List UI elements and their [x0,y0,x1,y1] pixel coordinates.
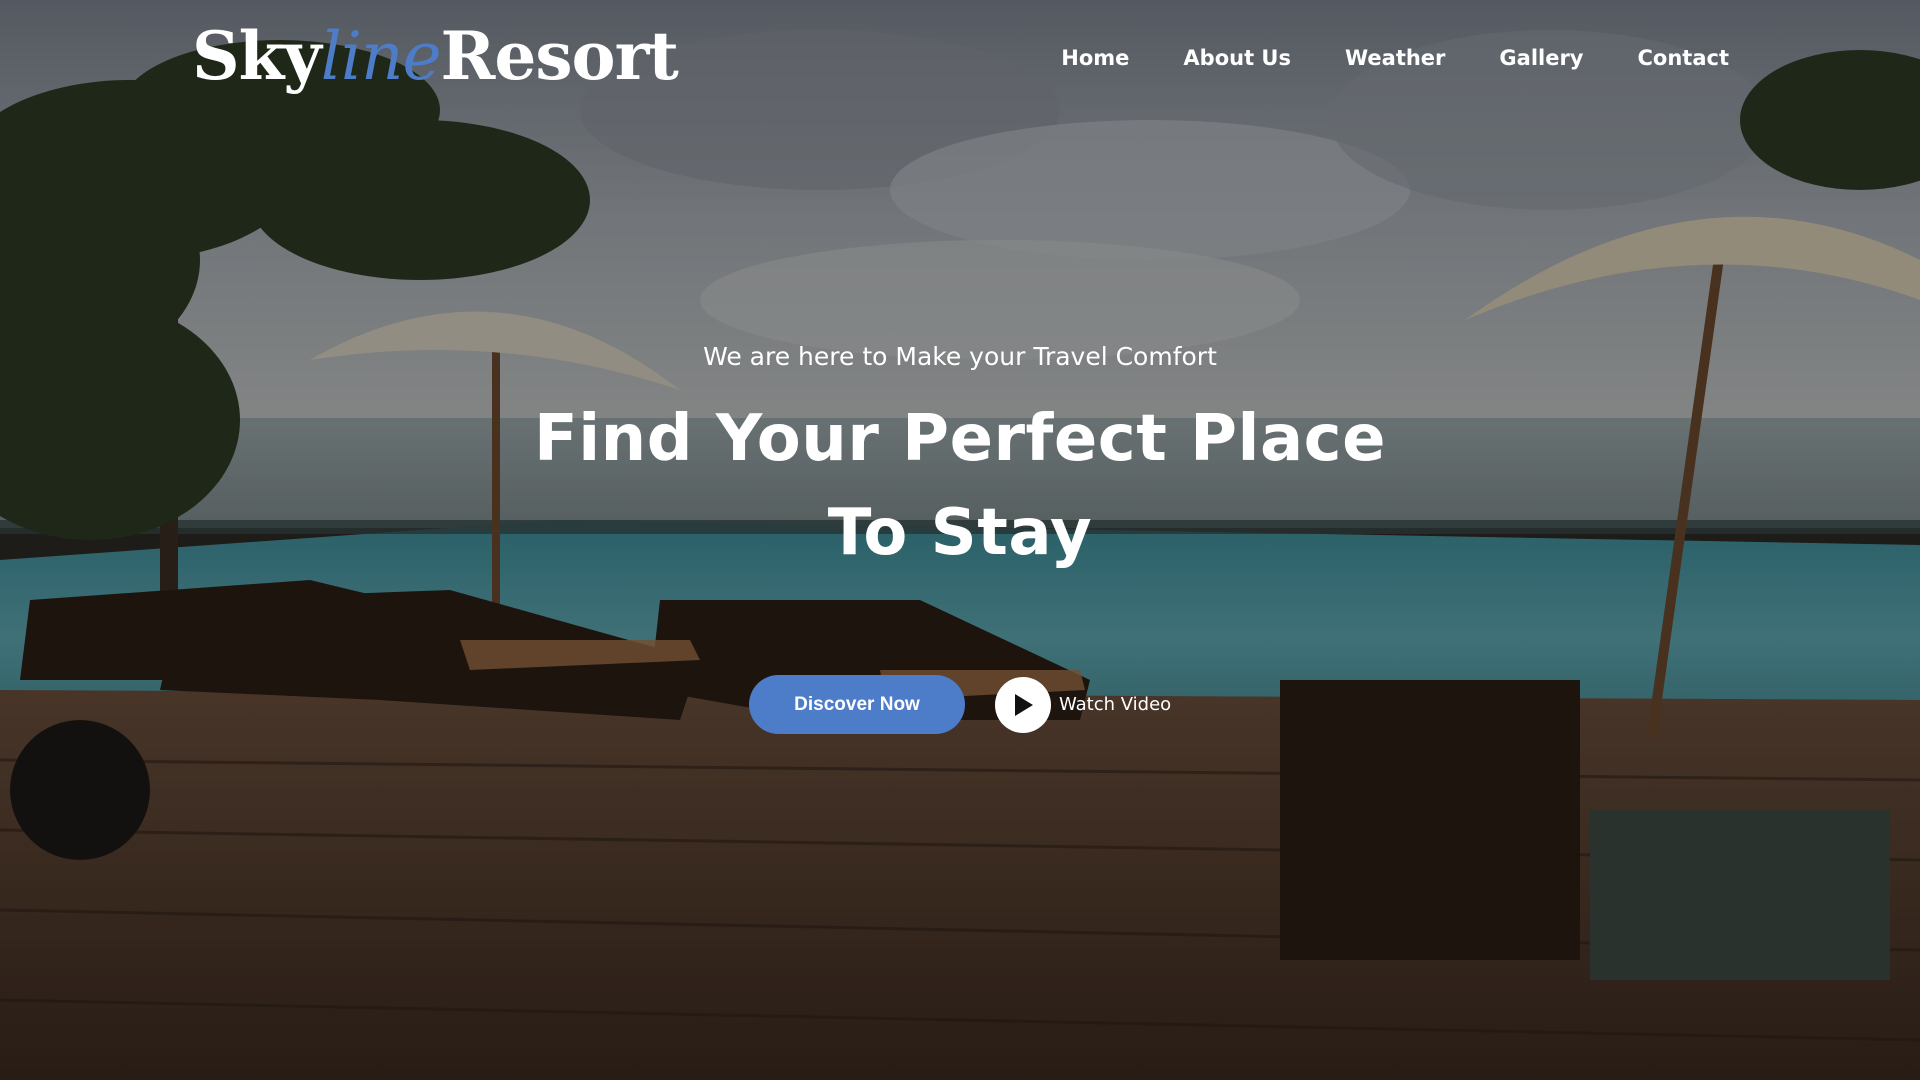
hero-section: SkylineResort Home About Us Weather Gall… [0,0,1920,1080]
nav-link-gallery[interactable]: Gallery [1499,44,1583,72]
hero-tagline: We are here to Make your Travel Comfort [703,342,1217,371]
hero-headline-line2: To Stay [827,496,1093,570]
discover-now-button[interactable]: Discover Now [749,675,965,734]
play-icon [1015,693,1033,716]
watch-video-link[interactable]: Watch Video [995,676,1171,733]
nav-link-home[interactable]: Home [1061,44,1129,72]
logo-text-resort: Resort [440,17,679,95]
hero-content: We are here to Make your Travel Comfort … [360,340,1560,580]
logo-text-sky: Sky [192,17,322,95]
hero-actions: Discover Now Watch Video [749,675,1171,734]
main-nav: Home About Us Weather Gallery Contact [1061,44,1729,72]
play-button[interactable] [995,676,1051,733]
nav-link-weather[interactable]: Weather [1345,44,1445,72]
hero-headline: Find Your Perfect Place To Stay [360,392,1560,580]
watch-video-label[interactable]: Watch Video [1059,694,1171,715]
nav-link-contact[interactable]: Contact [1638,44,1730,72]
logo-text-line: line [320,18,442,95]
site-logo[interactable]: SkylineResort [192,17,679,95]
hero-headline-line1: Find Your Perfect Place [534,402,1386,476]
nav-link-about-us[interactable]: About Us [1183,44,1291,72]
